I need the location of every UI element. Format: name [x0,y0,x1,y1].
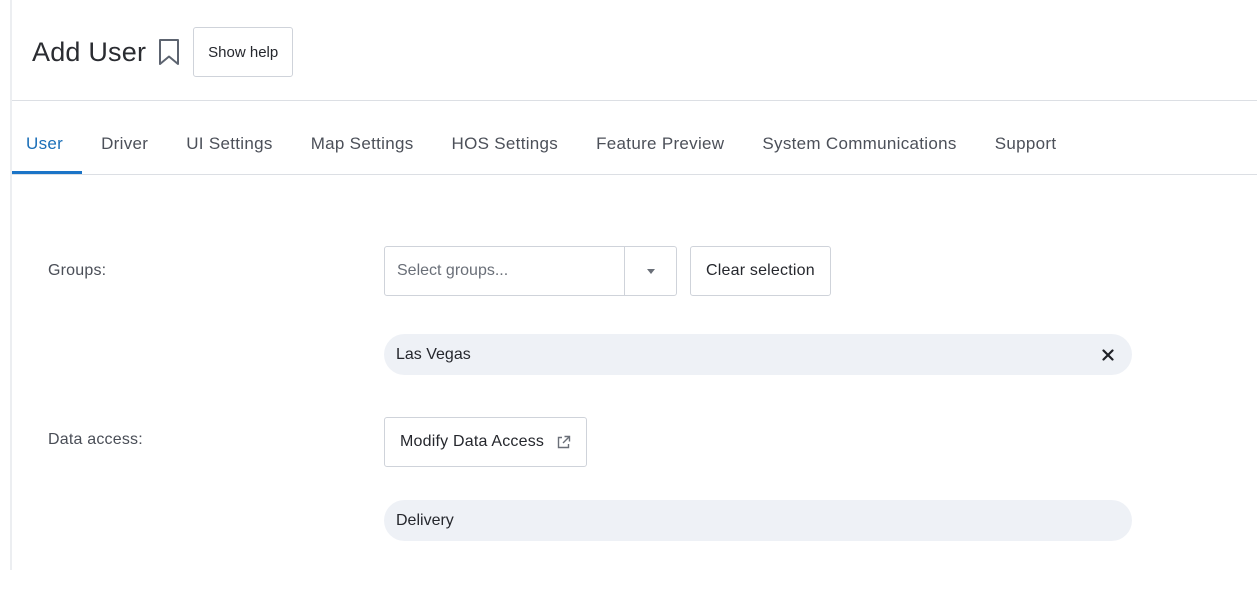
clear-selection-button[interactable]: Clear selection [690,246,831,296]
groups-dropdown-toggle[interactable] [624,247,676,295]
tab-system-communications[interactable]: System Communications [743,112,975,175]
data-access-chip-delivery: Delivery [384,500,1132,541]
left-rule [10,0,12,570]
chip-label: Delivery [396,511,454,529]
external-link-icon [556,435,571,450]
tab-user[interactable]: User [12,112,83,175]
groups-search-input[interactable] [385,247,624,295]
header-divider [12,100,1257,101]
add-user-page: Add User Show help User Driver UI Settin… [0,0,1257,590]
modify-data-access-label: Modify Data Access [400,433,545,450]
data-access-label: Data access: [48,431,143,448]
chip-label: Las Vegas [396,345,471,363]
tab-feature-preview[interactable]: Feature Preview [577,112,743,175]
tab-driver[interactable]: Driver [82,112,167,175]
page-header: Add User Show help [32,26,294,78]
groups-select[interactable] [384,246,677,296]
tabs-divider [12,174,1257,175]
chevron-down-icon [646,268,655,274]
modify-data-access-button[interactable]: Modify Data Access [384,417,588,467]
show-help-button[interactable]: Show help [193,27,294,77]
tab-ui-settings[interactable]: UI Settings [167,112,291,175]
groups-label: Groups: [48,262,107,279]
tab-support[interactable]: Support [976,112,1076,175]
tab-hos-settings[interactable]: HOS Settings [433,112,578,175]
close-icon[interactable] [1096,343,1120,367]
tab-map-settings[interactable]: Map Settings [292,112,433,175]
page-title: Add User [32,36,147,67]
tab-bar: User Driver UI Settings Map Settings HOS… [12,112,1075,175]
bookmark-icon[interactable] [155,36,183,68]
group-chip-las-vegas: Las Vegas [384,334,1132,375]
